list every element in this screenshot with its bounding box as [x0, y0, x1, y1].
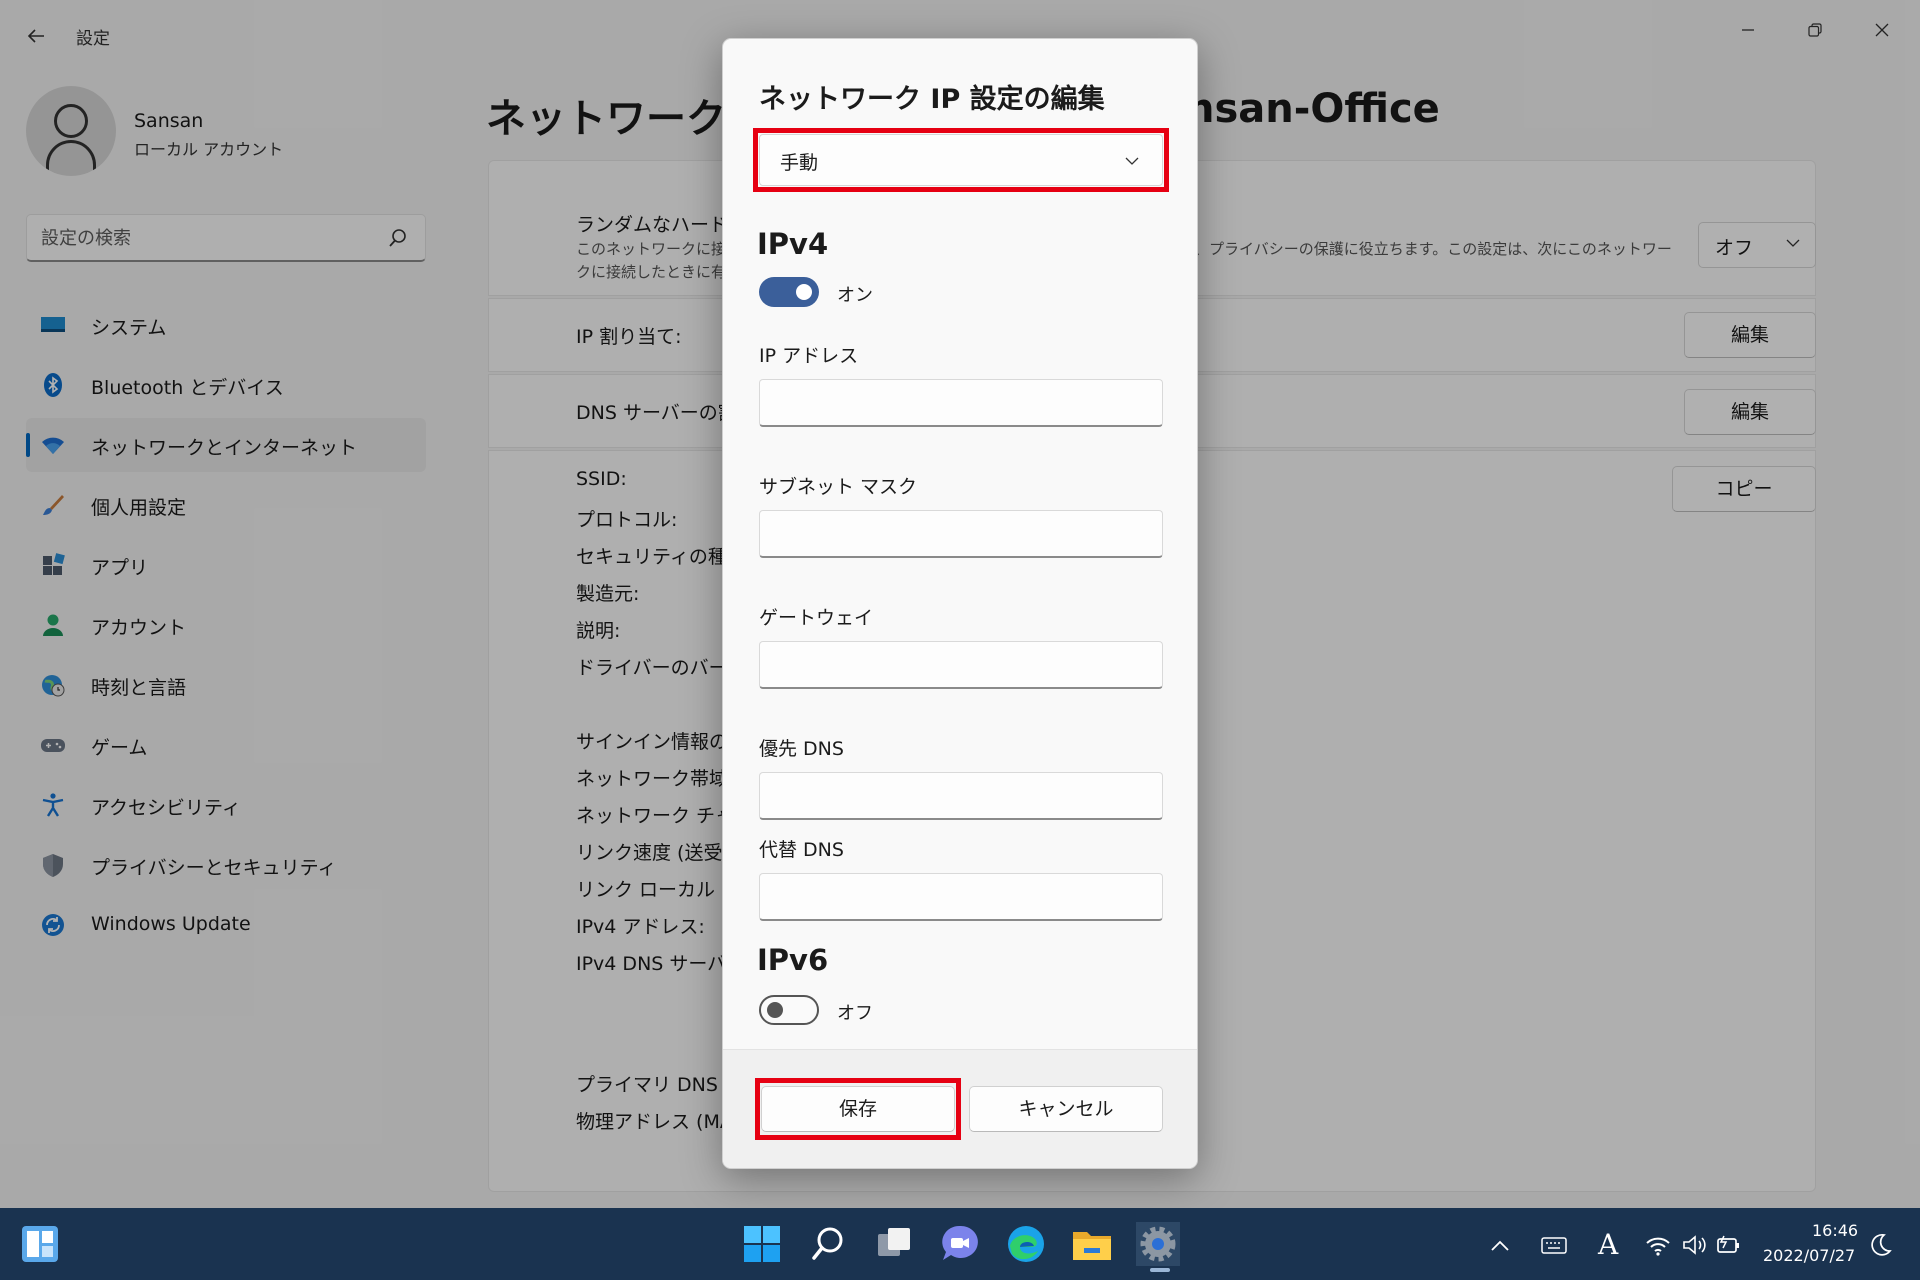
file-explorer-icon[interactable] — [1070, 1222, 1114, 1266]
battery-icon[interactable] — [1714, 1230, 1744, 1260]
wifi-icon[interactable] — [1644, 1230, 1672, 1260]
clock-date[interactable]: 2022/07/27 — [1763, 1246, 1855, 1265]
ip-address-input[interactable] — [759, 379, 1163, 427]
ipv6-toggle-label: オフ — [837, 1003, 873, 1024]
ipv4-toggle[interactable] — [759, 277, 819, 307]
volume-icon[interactable] — [1680, 1230, 1708, 1260]
alternate-dns-label: 代替 DNS — [759, 839, 844, 861]
preferred-dns-label: 優先 DNS — [759, 738, 844, 760]
widgets-icon[interactable] — [20, 1224, 60, 1264]
gateway-input[interactable] — [759, 641, 1163, 689]
clock-time[interactable]: 16:46 — [1812, 1221, 1858, 1240]
active-app-indicator — [1150, 1268, 1170, 1272]
task-view-icon[interactable] — [872, 1222, 916, 1266]
ipv4-heading: IPv4 — [757, 227, 829, 261]
cancel-button[interactable]: キャンセル — [969, 1086, 1163, 1132]
ipv4-toggle-label: オン — [837, 285, 873, 306]
subnet-mask-label: サブネット マスク — [759, 476, 918, 498]
subnet-mask-input[interactable] — [759, 510, 1163, 558]
dialog-title: ネットワーク IP 設定の編集 — [759, 84, 1105, 115]
preferred-dns-input[interactable] — [759, 772, 1163, 820]
ipv6-heading: IPv6 — [757, 943, 829, 977]
chat-icon[interactable] — [938, 1222, 982, 1266]
search-icon[interactable] — [806, 1222, 850, 1266]
highlight-box — [753, 128, 1169, 192]
moon-icon[interactable] — [1868, 1230, 1894, 1260]
edge-icon[interactable] — [1004, 1222, 1048, 1266]
keyboard-icon[interactable] — [1540, 1230, 1568, 1260]
start-icon[interactable] — [740, 1222, 784, 1266]
gateway-label: ゲートウェイ — [759, 607, 874, 629]
highlight-box — [755, 1078, 961, 1140]
settings-icon[interactable] — [1136, 1222, 1180, 1266]
toggle-knob — [796, 284, 812, 300]
alternate-dns-input[interactable] — [759, 873, 1163, 921]
ime-indicator[interactable]: A — [1598, 1228, 1618, 1261]
chevron-up-icon[interactable] — [1488, 1230, 1512, 1260]
edit-ip-settings-dialog: ネットワーク IP 設定の編集 手動 IPv4 オン IP アドレス サブネット… — [722, 38, 1198, 1169]
taskbar: A 16:46 2022/07/27 — [0, 1208, 1920, 1280]
ipv6-toggle[interactable] — [759, 995, 819, 1025]
ip-address-label: IP アドレス — [759, 345, 859, 367]
toggle-knob — [767, 1002, 783, 1018]
